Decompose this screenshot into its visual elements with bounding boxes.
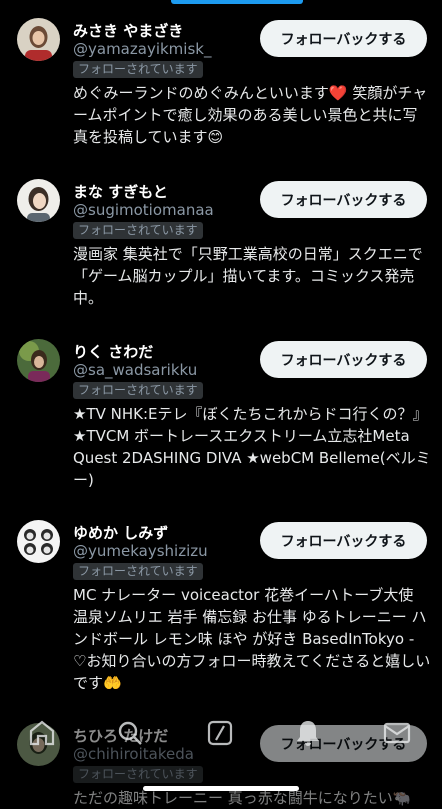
user-bio: 漫画家 集英社で「只野工業高校の日常」スクエニで「ゲーム脳カップル」描いてます。… <box>73 245 423 307</box>
user-bio: ★TV NHK:Eテレ『ぼくたちこれからドコ行くの？』★TVCM ボートレースエ… <box>73 405 431 489</box>
messages-icon[interactable] <box>380 716 414 750</box>
user-handle: @yumekayshizizu <box>73 542 208 560</box>
follows-you-badge: フォローされています <box>73 563 203 580</box>
bottom-tab-bar <box>0 708 442 758</box>
top-tab-indicator <box>171 0 303 4</box>
avatar[interactable] <box>17 339 60 382</box>
user-handle: @sugimotiomanaa <box>73 201 214 219</box>
avatar[interactable] <box>17 179 60 222</box>
home-indicator <box>143 786 299 791</box>
user-name: りく さわだ <box>73 343 154 361</box>
follows-you-badge: フォローされています <box>73 222 203 239</box>
follow-back-button[interactable]: フォローバックする <box>260 181 427 218</box>
follows-you-badge: フォローされています <box>73 382 203 399</box>
user-name: まな すぎもと <box>73 183 168 201</box>
user-handle: @yamazayikmisk_ <box>73 40 212 58</box>
follow-back-button[interactable]: フォローバックする <box>260 522 427 559</box>
home-icon[interactable] <box>25 716 59 750</box>
user-bio: めぐみーランドのめぐみんといいます❤️ 笑顔がチャームポイントで癒し効果のある美… <box>73 84 428 146</box>
follows-you-badge: フォローされています <box>73 61 203 78</box>
user-name: ゆめか しみず <box>73 524 169 542</box>
follow-back-button[interactable]: フォローバックする <box>260 20 427 57</box>
grok-icon[interactable] <box>203 716 237 750</box>
avatar[interactable] <box>17 520 60 563</box>
search-icon[interactable] <box>113 716 147 750</box>
avatar[interactable] <box>17 18 60 61</box>
follow-back-button[interactable]: フォローバックする <box>260 341 427 378</box>
follows-you-badge: フォローされています <box>73 766 203 783</box>
user-name: みさき やまざき <box>73 22 184 40</box>
notifications-icon[interactable] <box>291 716 325 750</box>
user-bio: MC ナレーター voiceactor 花巻イーハトーブ大使 温泉ソムリエ 岩手… <box>73 586 431 692</box>
user-handle: @sa_wadsarikku <box>73 361 198 379</box>
